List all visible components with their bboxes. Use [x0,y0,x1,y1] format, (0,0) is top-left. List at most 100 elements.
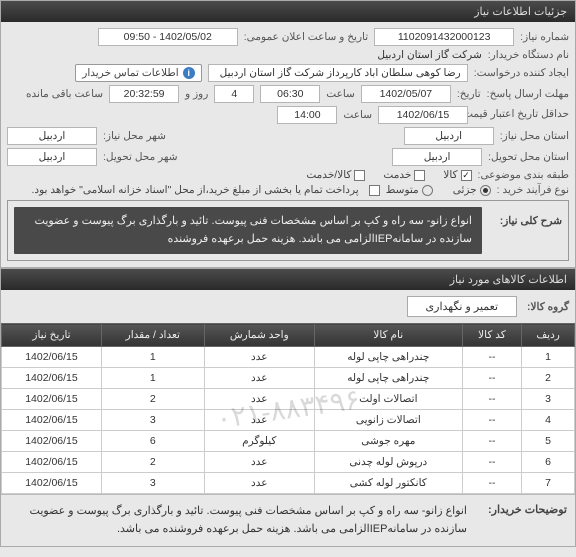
cat-goods-checkbox[interactable]: ✓کالا [443,169,471,181]
group-value: تعمیر و نگهداری [407,296,518,317]
goods-table: ردیفکد کالانام کالاواحد شمارشتعداد / مقد… [1,323,575,494]
table-cell: 1402/06/15 [2,452,102,473]
group-label: گروه کالا: [527,301,569,313]
table-cell: 3 [101,410,204,431]
table-cell: 5 [522,431,575,452]
creator-value: رضا کوهی سلطان اباد کارپرداز شرکت گاز اس… [208,64,468,82]
table-cell: چندراهی چاپی لوله [314,347,462,368]
treasury-checkbox[interactable] [369,185,380,196]
deadline-date-value: 1402/05/07 [361,85,451,103]
cat-both-checkbox[interactable]: کالا/خدمت [306,169,365,181]
proc-medium-radio[interactable]: متوسط [386,184,433,196]
days-left-label: روز و [185,88,208,100]
table-cell: عدد [204,347,314,368]
city-deliv-label: شهر محل تحویل: [103,151,178,163]
proc-partial-radio[interactable]: جزئی [453,184,491,196]
panel-header-1: جزئیات اطلاعات نیاز [1,1,575,22]
deadline-time-label: ساعت [326,88,355,100]
table-header-cell: کد کالا [462,324,521,347]
table-cell: 2 [522,368,575,389]
table-cell: -- [462,389,521,410]
desc-text: انواع زانو- سه راه و کپ بر اساس مشخصات ف… [14,207,482,254]
table-cell: -- [462,347,521,368]
table-cell: اتصالات اولت [314,389,462,410]
city-need-label: شهر محل نیاز: [103,130,166,142]
desc-label: شرح کلی نیاز: [482,207,562,254]
table-cell: 3 [101,473,204,494]
table-row[interactable]: 4--اتصالات زانوییعدد31402/06/15 [2,410,575,431]
table-cell: عدد [204,389,314,410]
table-cell: 3 [522,389,575,410]
table-cell: -- [462,452,521,473]
announce-dt-value: 1402/05/02 - 09:50 [98,28,238,46]
credit-time-value: 14:00 [277,106,337,124]
contact-info-button[interactable]: i اطلاعات تماس خریدار [75,64,201,82]
buyer-value: شرکت گاز استان اردبیل [377,49,481,61]
table-header-cell: واحد شمارش [204,324,314,347]
table-cell: 1 [101,368,204,389]
cat-label: طبقه بندی موضوعی: [478,169,569,181]
table-cell: 6 [101,431,204,452]
table-row[interactable]: 1--چندراهی چاپی لولهعدد11402/06/15 [2,347,575,368]
need-no-label: شماره نیاز: [520,31,569,43]
proc-label: نوع فرآیند خرید : [497,184,569,196]
table-cell: 1402/06/15 [2,389,102,410]
table-cell: 1 [101,347,204,368]
buyer-label: نام دستگاه خریدار: [488,49,569,61]
table-cell: کیلوگرم [204,431,314,452]
credit-time-label: ساعت [343,109,372,121]
table-row[interactable]: 7--کانکتور لوله کشیعدد31402/06/15 [2,473,575,494]
table-cell: مهره جوشی [314,431,462,452]
time-left-value: 20:32:59 [109,85,179,103]
creator-label: ایجاد کننده درخواست: [474,67,569,79]
table-row[interactable]: 3--اتصالات اولتعدد21402/06/15 [2,389,575,410]
credit-date-value: 1402/06/15 [378,106,468,124]
table-cell: عدد [204,368,314,389]
loc-deliv-label: استان محل تحویل: [488,151,569,163]
process-radio-group: جزئی متوسط [386,184,491,196]
table-cell: -- [462,410,521,431]
table-cell: عدد [204,473,314,494]
loc-need-value: اردبیل [404,127,494,145]
table-header-cell: نام کالا [314,324,462,347]
goods-group-row: گروه کالا: تعمیر و نگهداری [1,290,575,323]
panel-header-2: اطلاعات کالاهای مورد نیاز [1,269,575,290]
table-cell: 2 [101,452,204,473]
table-cell: 1402/06/15 [2,410,102,431]
table-cell: -- [462,368,521,389]
deadline-label: مهلت ارسال پاسخ: [487,88,569,100]
announce-dt-label: تاریخ و ساعت اعلان عمومی: [244,31,368,43]
table-cell: 7 [522,473,575,494]
time-left-label: ساعت باقی مانده [26,88,103,100]
category-checkbox-group: ✓کالا خدمت کالا/خدمت [306,169,471,181]
panel-body-1: شماره نیاز: 1102091432000123 تاریخ و ساع… [1,22,575,267]
table-cell: 2 [101,389,204,410]
table-cell: 1402/06/15 [2,368,102,389]
cat-service-checkbox[interactable]: خدمت [383,169,425,181]
table-cell: اتصالات زانویی [314,410,462,431]
table-header-cell: ردیف [522,324,575,347]
table-row[interactable]: 6--درپوش لوله چدنیعدد21402/06/15 [2,452,575,473]
table-cell: 6 [522,452,575,473]
table-cell: 1 [522,347,575,368]
table-cell: -- [462,473,521,494]
table-cell: عدد [204,410,314,431]
table-cell: درپوش لوله چدنی [314,452,462,473]
treasury-note: پرداخت تمام یا بخشی از مبلغ خرید،از محل … [32,184,359,196]
goods-table-wrap: ۰۲۱-۸۸۳۴۹۶ ردیفکد کالانام کالاواحد شمارش… [1,323,575,494]
table-row[interactable]: 2--چندراهی چاپی لولهعدد11402/06/15 [2,368,575,389]
description-block: شرح کلی نیاز: انواع زانو- سه راه و کپ بر… [7,200,569,261]
city-need-value: اردبیل [7,127,97,145]
contact-tab-label: اطلاعات تماس خریدار [82,67,178,79]
buyer-notes-block: توضیحات خریدار: انواع زانو- سه راه و کپ … [1,494,575,546]
info-icon: i [183,67,195,79]
goods-info-panel: اطلاعات کالاهای مورد نیاز گروه کالا: تعم… [0,268,576,547]
table-header-cell: تعداد / مقدار [101,324,204,347]
need-details-panel: جزئیات اطلاعات نیاز شماره نیاز: 11020914… [0,0,576,268]
table-cell: -- [462,431,521,452]
table-row[interactable]: 5--مهره جوشیکیلوگرم61402/06/15 [2,431,575,452]
table-cell: 1402/06/15 [2,431,102,452]
table-cell: 1402/06/15 [2,473,102,494]
table-cell: چندراهی چاپی لوله [314,368,462,389]
table-cell: کانکتور لوله کشی [314,473,462,494]
